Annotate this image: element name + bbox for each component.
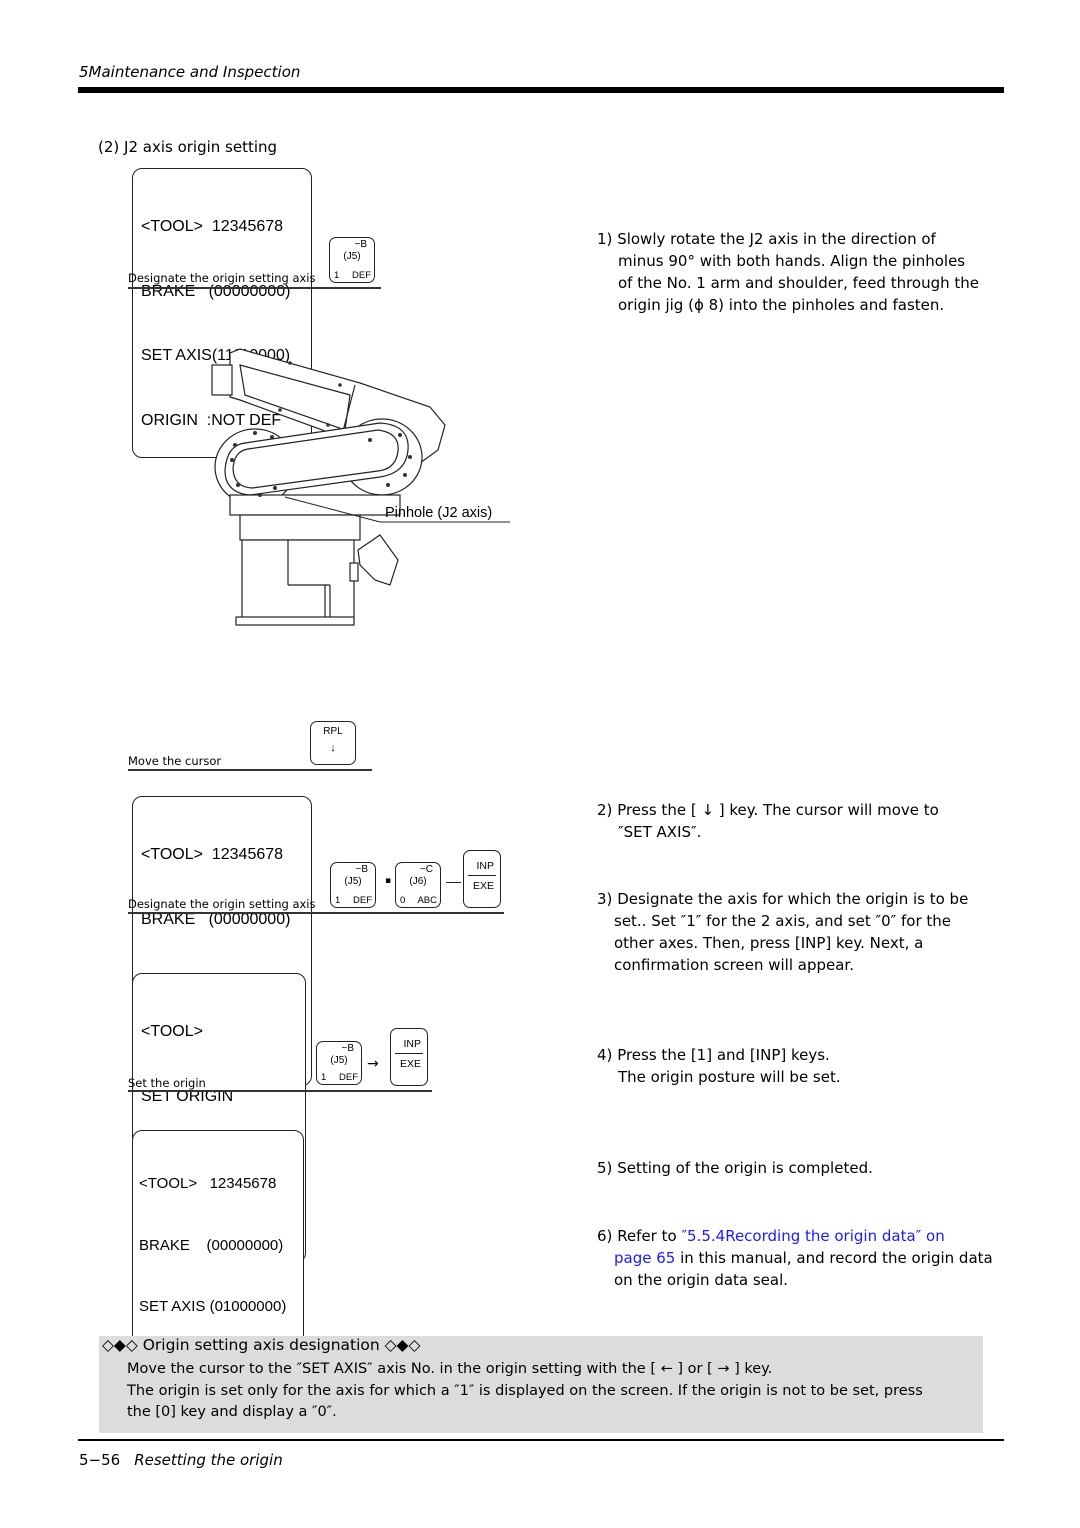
footer-rule	[78, 1439, 1004, 1441]
key-inp-exe[interactable]: INP EXE	[463, 850, 501, 908]
step-number: 6)	[597, 1227, 613, 1245]
turntable	[239, 514, 361, 541]
key-1-j5[interactable]: −B (J5) 1 DEF	[330, 862, 376, 908]
caption-rule	[128, 769, 372, 771]
down-arrow-icon: ↓	[330, 742, 336, 754]
key-divider	[468, 875, 496, 876]
note-title: ◇◆◇ Origin setting axis designation ◇◆◇	[102, 1336, 421, 1354]
key-label-mid: (J5)	[330, 1055, 348, 1066]
page-number: 5−56	[79, 1451, 121, 1469]
note-line: the [0] key and display a ″0″.	[127, 1404, 337, 1420]
step-4: 4) Press the [1] and [INP] keys. The ori…	[597, 1044, 997, 1088]
base-plate	[235, 616, 355, 626]
caption-rule	[128, 912, 504, 914]
step-3: 3) Designate the axis for which the orig…	[597, 888, 997, 976]
chapter-title: 5Maintenance and Inspection	[79, 63, 301, 81]
step-2: 2) Press the [ ↓ ] key. The cursor will …	[597, 799, 997, 843]
step-text: set.. Set ″1″ for the 2 axis, and set ″0…	[614, 912, 952, 930]
step-text: other axes. Then, press [INP] key. Next,…	[614, 934, 924, 952]
caption-set-origin: Set the origin	[128, 1076, 206, 1090]
key-label-letters: DEF	[339, 1072, 358, 1083]
key-label-number: 0	[400, 895, 406, 906]
key-down-arrow[interactable]: RPL ↓	[310, 721, 356, 765]
step-text: Press the [ ↓ ] key. The cursor will mov…	[617, 801, 939, 819]
separator-dot: ▪	[385, 876, 392, 886]
caption-designate-axis: Designate the origin setting axis	[128, 897, 316, 911]
key-label-number: 1	[335, 895, 341, 906]
step-text: minus 90° with both hands. Align the pin…	[618, 252, 966, 270]
screen-line: SET AXIS (01000000)	[139, 1298, 287, 1315]
key-label-exe: EXE	[399, 1058, 421, 1070]
key-label-letters: ABC	[417, 895, 437, 906]
step-number: 5)	[597, 1159, 613, 1177]
key-label-mid: (J6)	[409, 876, 427, 887]
key-0-j6[interactable]: −C (J6) 0 ABC	[395, 862, 441, 908]
step-text: The origin posture will be set.	[618, 1068, 841, 1086]
key-label-number: 1	[334, 270, 340, 281]
robot-base	[241, 539, 355, 621]
key-label-top: −B	[341, 1043, 354, 1054]
step-1: 1) Slowly rotate the J2 axis in the dire…	[597, 228, 997, 316]
screen-line: <TOOL> 12345678	[141, 218, 284, 235]
key-label-letters: DEF	[353, 895, 372, 906]
key-divider	[395, 1053, 423, 1054]
header-rule	[78, 87, 1004, 93]
key-label-number: 1	[321, 1072, 327, 1083]
robot-arm-figure: Pinhole (J2 axis)	[211, 348, 510, 626]
caption-rule	[128, 287, 381, 289]
step-text: on the origin data seal.	[614, 1271, 789, 1289]
key-label-mid: (J5)	[344, 876, 362, 887]
key-label-top: −C	[419, 864, 433, 875]
footer: 5−56 Resetting the origin	[79, 1451, 283, 1469]
key-label-top: −B	[355, 864, 368, 875]
step-text: in this manual, and record the origin da…	[675, 1249, 993, 1267]
caption-rule	[128, 1090, 432, 1092]
step-6: 6) Refer to ″5.5.4Recording the origin d…	[597, 1225, 997, 1291]
screen-line: BRAKE (00000000)	[139, 1236, 284, 1254]
cross-reference-link[interactable]: ″5.5.4Recording the origin data″ on	[681, 1227, 944, 1245]
key-label-inp: INP	[476, 860, 494, 872]
key-label-inp: INP	[403, 1038, 421, 1050]
pinhole-callout: Pinhole (J2 axis)	[385, 505, 492, 521]
step-number: 4)	[597, 1046, 613, 1064]
key-1-j5[interactable]: −B (J5) 1 DEF	[316, 1041, 362, 1085]
caption-designate-axis: Designate the origin setting axis	[128, 271, 316, 285]
note-line: Move the cursor to the ″SET AXIS″ axis N…	[127, 1361, 773, 1377]
wrist-end	[211, 364, 233, 396]
section-title: (2) J2 axis origin setting	[98, 138, 278, 156]
step-number: 1)	[597, 230, 613, 248]
key-label-mid: (J5)	[343, 251, 361, 262]
step-5: 5) Setting of the origin is completed.	[597, 1157, 997, 1179]
screen-line: <TOOL>	[141, 1023, 203, 1040]
key-label-exe: EXE	[472, 880, 494, 892]
step-number: 2)	[597, 801, 613, 819]
caption-move-cursor: Move the cursor	[128, 754, 222, 768]
step-text: of the No. 1 arm and shoulder, feed thro…	[618, 274, 980, 292]
step-number: 3)	[597, 890, 613, 908]
screen-line: <TOOL> 12345678	[141, 846, 284, 863]
key-label-letters: DEF	[352, 270, 371, 281]
robot-drawing	[211, 348, 446, 626]
key-label-top: RPL	[323, 726, 343, 737]
key-label-top: −B	[354, 239, 367, 250]
connector-line	[446, 882, 461, 884]
arrow-right-icon: →	[367, 1056, 379, 1072]
step-text: Designate the axis for which the origin …	[617, 890, 969, 908]
origin-jig	[357, 534, 399, 586]
note-line: The origin is set only for the axis for …	[127, 1382, 923, 1399]
footer-section-title: Resetting the origin	[134, 1451, 283, 1469]
key-1-j5[interactable]: −B (J5) 1 DEF	[329, 237, 375, 283]
step-text: Setting of the origin is completed.	[617, 1159, 873, 1177]
key-inp-exe[interactable]: INP EXE	[390, 1028, 428, 1086]
jig-bracket	[349, 562, 359, 582]
step-text: origin jig (ϕ 8) into the pinholes and f…	[618, 296, 945, 314]
step-text: ″SET AXIS″.	[618, 823, 702, 841]
screen-line: <TOOL> 12345678	[139, 1175, 277, 1192]
step-text: confirmation screen will appear.	[614, 956, 854, 974]
page-reference-link[interactable]: page 65	[614, 1249, 675, 1267]
step-text: Refer to	[617, 1227, 682, 1245]
step-text: Press the [1] and [INP] keys.	[617, 1046, 830, 1064]
step-text: Slowly rotate the J2 axis in the directi…	[617, 230, 936, 248]
note-body: Move the cursor to the ″SET AXIS″ axis N…	[127, 1359, 977, 1424]
